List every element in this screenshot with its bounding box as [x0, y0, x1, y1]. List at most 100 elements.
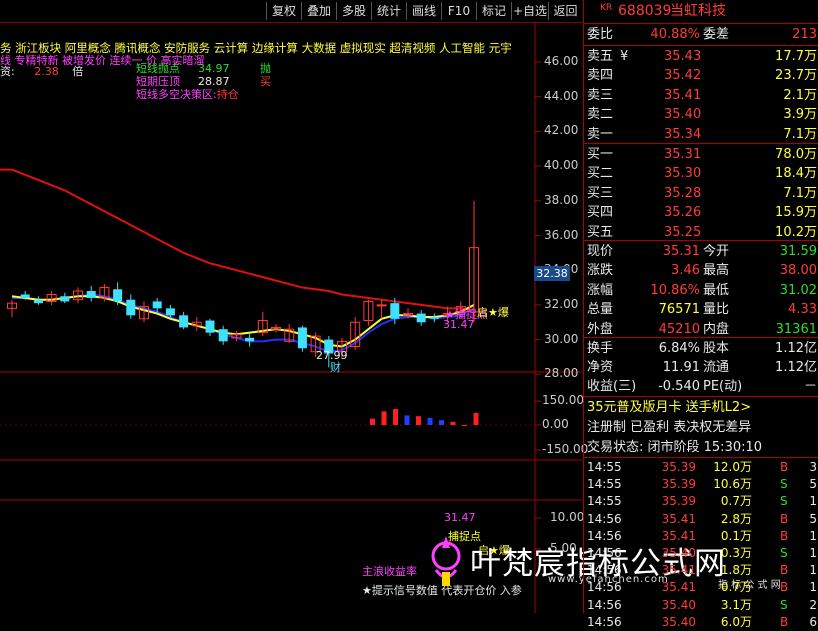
weibi-label: 委比	[587, 27, 614, 42]
stat-label: 内盘	[703, 321, 730, 337]
buy-price: 35.25	[664, 224, 702, 240]
sell-label: 卖五	[587, 49, 614, 64]
trade-row: 14:56 35.41 1.8万 B 1	[584, 562, 818, 579]
volume-bar	[381, 411, 387, 425]
buy-volume: 18.4万	[775, 166, 817, 182]
code-prefix: KR	[600, 3, 613, 13]
stat-label: 总量	[587, 302, 614, 318]
buy-volume: 10.2万	[775, 224, 817, 240]
trade-price: 35.41	[661, 563, 696, 578]
trade-row: 14:56 35.41 0.7万 B 1	[584, 579, 818, 596]
promo-link[interactable]: 35元普及版月卡 送手机L2>	[587, 398, 751, 417]
trade-volume: 10.6万	[713, 477, 752, 492]
stock-name: 当虹科技	[670, 3, 726, 19]
sell-price: 35.42	[664, 68, 702, 84]
price-tick: 44.00	[544, 88, 579, 103]
buy-row: 买四 35.26 15.9万	[584, 203, 818, 222]
trade-price: 35.40	[661, 614, 696, 629]
stat-value: －	[803, 379, 817, 395]
sell-volume: 7.1万	[783, 126, 817, 142]
toolbar-tongji-button[interactable]: 统计	[371, 2, 406, 20]
buy-row: 买一 35.31 78.0万	[584, 145, 818, 164]
trade-volume: 0.1万	[720, 528, 752, 543]
sell-price: 35.43	[664, 49, 702, 64]
candle	[376, 299, 387, 319]
strategy-label: 短期压顶	[136, 75, 180, 88]
zone-value: 持仓	[216, 88, 239, 101]
stat-label: 涨跌	[587, 263, 614, 279]
current-price-tag: 32.38	[534, 266, 570, 281]
trade-side: B	[780, 563, 789, 578]
price-tick: 42.00	[544, 123, 579, 138]
stock-code: 688039	[618, 3, 672, 19]
candle-body	[152, 301, 162, 309]
stat-value: 4.33	[788, 302, 817, 318]
stat-value: 45210	[658, 321, 700, 337]
stat-value: 11.91	[662, 360, 700, 376]
stat-value: 1.12亿	[775, 341, 817, 356]
stat-value: 31.02	[779, 282, 817, 298]
stat-row: 外盘 45210 内盘 31361	[584, 320, 818, 339]
buy-price: 35.31	[664, 147, 702, 162]
candle-body	[205, 320, 215, 333]
sell-row: 卖五 ¥35.43 17.7万	[584, 47, 818, 66]
watermark-logo-icon	[428, 528, 464, 588]
stat-label: 最高	[703, 263, 730, 279]
stat-label: 净资	[587, 360, 614, 376]
strategy-label: 短线抛点	[136, 62, 180, 75]
stat-value: 10.86%	[650, 282, 700, 298]
candle-body	[60, 296, 70, 302]
trade-volume: 0.3万	[720, 546, 752, 560]
register-text: 注册制 已盈利 表决权无差异	[587, 420, 752, 435]
toolbar-huaxian-button[interactable]: 画线	[406, 2, 441, 20]
trade-count: 6	[809, 614, 817, 629]
trade-count: 5	[809, 511, 817, 526]
price-tick: 30.00	[544, 331, 579, 346]
trade-row: 14:55 35.39 12.0万 B 3	[584, 459, 818, 476]
trade-time: 14:56	[587, 580, 622, 595]
price-tick: 40.00	[544, 158, 579, 173]
trade-volume: 3.1万	[720, 597, 752, 612]
volume-bar	[370, 418, 375, 425]
toolbar-biaoji-button[interactable]: 标记	[476, 2, 511, 20]
trade-side: B	[780, 511, 789, 526]
stat-row: 收益(三) -0.540 PE(动) －	[584, 377, 818, 396]
trade-side: S	[780, 546, 788, 560]
stat-value: -0.540	[658, 379, 700, 395]
volume-tick: 150.00	[542, 393, 584, 407]
stat-value: 38.00	[779, 263, 817, 279]
stat-value: 1.12亿	[775, 360, 817, 376]
trade-price: 35.41	[661, 528, 696, 543]
sell-price: 35.40	[664, 107, 702, 123]
stat-label: 最低	[703, 282, 730, 298]
volume-bar	[404, 415, 410, 425]
promo-row[interactable]: 35元普及版月卡 送手机L2>	[584, 398, 818, 417]
toolbar-duogu-button[interactable]: 多股	[336, 2, 371, 20]
trade-volume: 2.8万	[720, 511, 752, 526]
buy-volume: 78.0万	[775, 147, 817, 162]
toolbar-f10-button[interactable]: F10	[441, 2, 476, 20]
candle	[271, 323, 281, 333]
weibi-value: 40.88%	[650, 27, 700, 42]
candle	[7, 299, 17, 318]
trade-side: S	[780, 597, 788, 612]
candle-body	[126, 299, 136, 316]
trade-row: 14:56 35.41 2.8万 B 5	[584, 511, 818, 528]
trade-side: B	[780, 460, 789, 474]
ma-red-line	[0, 168, 475, 312]
strategy-signal: 抛	[260, 62, 271, 75]
volume-bar	[473, 413, 479, 425]
stat-label: 换手	[587, 341, 614, 356]
trade-volume: 6.0万	[720, 614, 752, 629]
candle-body	[179, 315, 189, 328]
candle-body	[245, 337, 255, 342]
trade-count: 1	[809, 494, 817, 509]
buy-label: 买一	[587, 147, 614, 162]
sell-volume: 3.9万	[783, 107, 817, 123]
toolbar-diejia-button[interactable]: 叠加	[301, 2, 336, 20]
toolbar-fuquan-button[interactable]: 复权	[266, 2, 301, 20]
stat-row: 换手 6.84% 股本 1.12亿	[584, 339, 818, 358]
sell-price: 35.34	[664, 126, 702, 142]
sell-volume: 17.7万	[775, 49, 817, 64]
sell-row: 卖三 35.41 2.1万	[584, 86, 818, 105]
